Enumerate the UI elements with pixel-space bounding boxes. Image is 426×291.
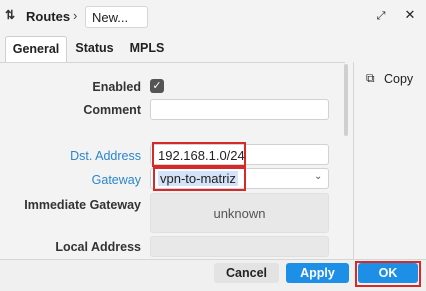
item-name-field[interactable]: New... [85, 6, 148, 28]
comment-field[interactable] [150, 99, 329, 120]
dst-address-label: Dst. Address [70, 149, 141, 163]
tab-status[interactable]: Status [67, 36, 122, 62]
enabled-label: Enabled [92, 80, 141, 94]
ok-button[interactable]: OK [358, 263, 418, 283]
breadcrumb-separator: › [73, 8, 78, 23]
side-panel [353, 62, 426, 259]
window-title: Routes [26, 9, 71, 24]
copy-button[interactable]: Copy [384, 72, 413, 86]
gateway-label: Gateway [91, 173, 141, 187]
expand-icon[interactable]: ⤢ [374, 9, 388, 23]
dst-address-value: 192.168.1.0/24 [158, 148, 245, 163]
chevron-down-icon[interactable]: ⌄ [314, 171, 322, 182]
apply-button[interactable]: Apply [286, 263, 349, 283]
tab-general[interactable]: General [5, 36, 67, 62]
form-scrollbar[interactable] [344, 64, 348, 136]
local-address-label: Local Address [55, 240, 141, 254]
immediate-gateway-label: Immediate Gateway [24, 198, 141, 212]
routes-icon: ⇅ [5, 8, 16, 22]
gateway-value: vpn-to-matriz [158, 171, 238, 186]
copy-icon[interactable]: ⧉ [366, 72, 378, 84]
comment-label: Comment [83, 103, 141, 117]
immediate-gateway-value: unknown [150, 193, 329, 233]
close-icon[interactable]: ✕ [403, 8, 417, 22]
tab-bar: General Status MPLS [0, 36, 345, 62]
tab-mpls[interactable]: MPLS [122, 36, 172, 62]
enabled-checkbox[interactable]: ✓ [150, 79, 164, 93]
cancel-button[interactable]: Cancel [214, 263, 279, 283]
local-address-field [150, 236, 329, 257]
